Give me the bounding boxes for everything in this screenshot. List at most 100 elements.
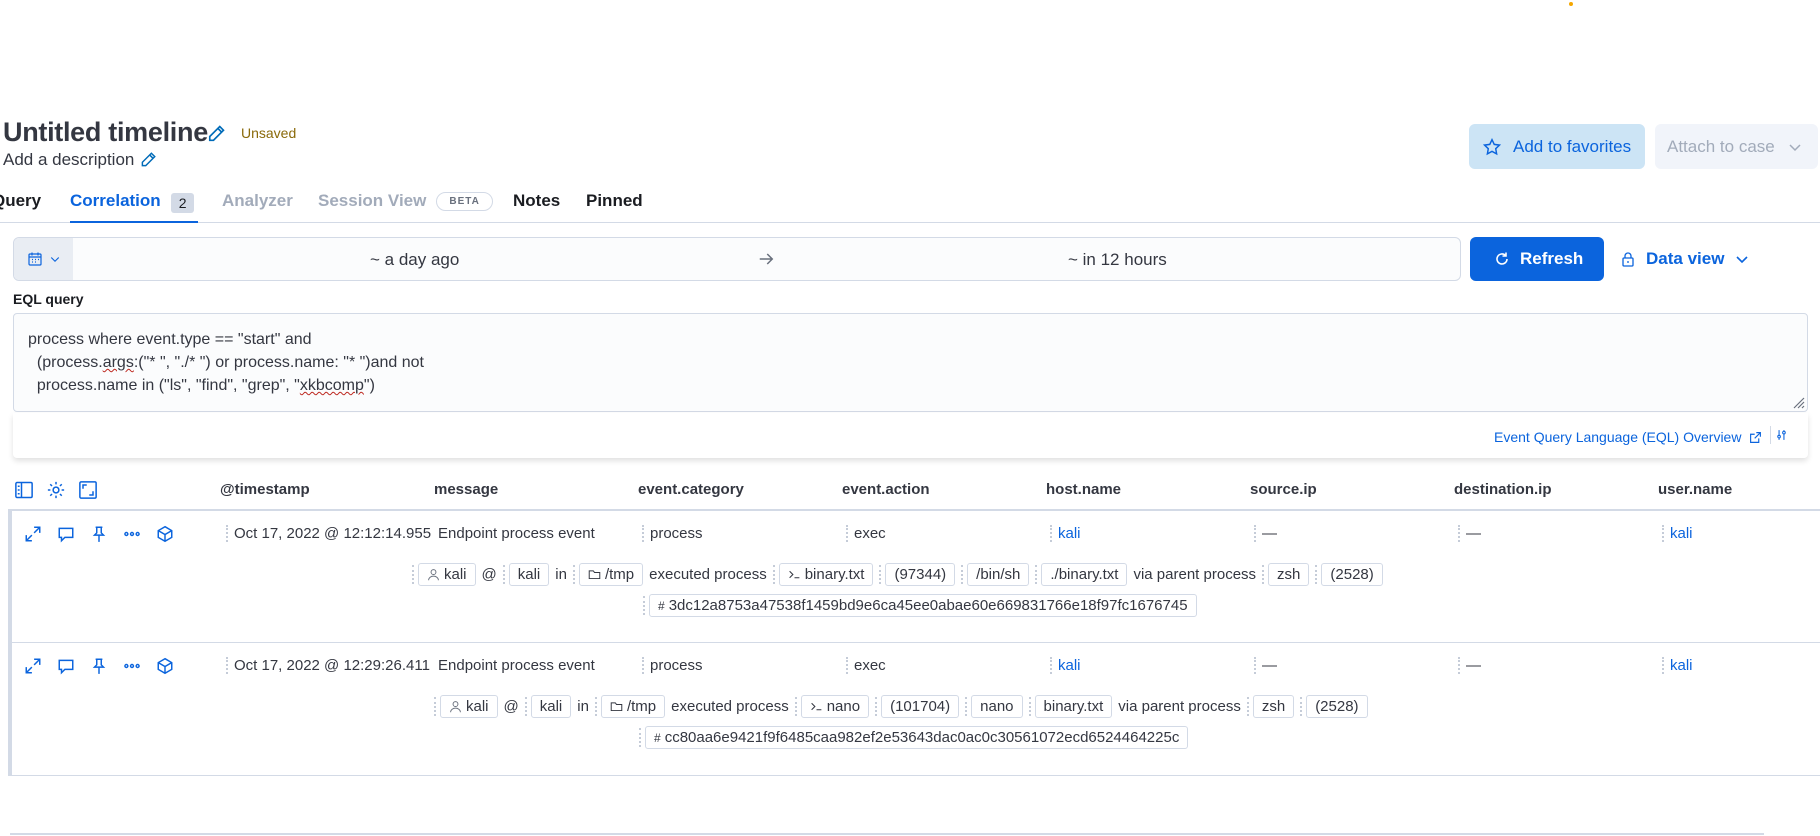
- investigate-icon[interactable]: [156, 525, 174, 543]
- cell-event-action: exec: [846, 525, 886, 542]
- process-summary: kali @ kali in /tmp executed process nan…: [434, 695, 1368, 718]
- in-label: in: [555, 566, 567, 583]
- pin-icon[interactable]: [90, 657, 108, 675]
- investigate-icon[interactable]: [156, 657, 174, 675]
- unsaved-badge: Unsaved: [241, 125, 297, 141]
- end-date[interactable]: ~ in 12 hours: [1068, 250, 1167, 270]
- pencil-icon[interactable]: [139, 151, 157, 169]
- directory-chip[interactable]: /tmp: [594, 695, 666, 718]
- executed-process-label: executed process: [649, 566, 767, 583]
- process-name-chip[interactable]: nano: [794, 695, 870, 718]
- cell-host-name[interactable]: kali: [1050, 525, 1081, 542]
- tab-query[interactable]: Query: [0, 188, 41, 223]
- cell-timestamp: Oct 17, 2022 @ 12:12:14.955: [226, 525, 431, 542]
- comment-icon[interactable]: [57, 657, 75, 675]
- table-row: Oct 17, 2022 @ 12:29:26.411 Endpoint pro…: [8, 643, 1820, 776]
- cell-event-category: process: [642, 525, 703, 542]
- pencil-icon[interactable]: [206, 124, 226, 144]
- hash-row: # cc80aa6e9421f9f6485caa982ef2e53643dac0…: [638, 726, 1189, 749]
- chevron-down-icon: [1736, 256, 1749, 264]
- hash-row: # 3dc12a8753a47538f1459bd9e6ca45ee0abae6…: [643, 594, 1197, 617]
- parent-pid-chip[interactable]: (2528): [1300, 695, 1368, 718]
- resize-handle-icon[interactable]: [1789, 393, 1805, 409]
- cell-source-ip: —: [1254, 525, 1277, 542]
- parent-process-chip[interactable]: zsh: [1261, 563, 1310, 586]
- cell-message: Endpoint process event: [438, 525, 595, 542]
- timeline-description[interactable]: Add a description: [3, 150, 134, 170]
- start-date[interactable]: ~ a day ago: [370, 250, 459, 270]
- attach-to-case-button[interactable]: Attach to case: [1655, 124, 1818, 169]
- process-executable-chip[interactable]: nano: [965, 695, 1023, 718]
- row-actions: [24, 657, 174, 675]
- column-header-message[interactable]: message: [434, 481, 498, 498]
- cell-event-action: exec: [846, 657, 886, 674]
- process-executable-chip[interactable]: /bin/sh: [961, 563, 1030, 586]
- tab-correlation[interactable]: Correlation 2: [70, 188, 198, 223]
- column-header-event-action[interactable]: event.action: [842, 481, 930, 498]
- hash-chip[interactable]: # 3dc12a8753a47538f1459bd9e6ca45ee0abae6…: [643, 594, 1197, 617]
- cell-event-category: process: [642, 657, 703, 674]
- cell-user-name[interactable]: kali: [1662, 525, 1693, 542]
- footer-divider: [10, 833, 1764, 835]
- user-chip[interactable]: kali: [412, 563, 476, 586]
- settings-sliders-icon[interactable]: [1770, 426, 1788, 444]
- cell-user-name[interactable]: kali: [1662, 657, 1693, 674]
- cell-host-name[interactable]: kali: [1050, 657, 1081, 674]
- host-chip[interactable]: kali: [524, 695, 572, 718]
- external-link-icon: [1750, 431, 1762, 443]
- fields-browser-icon[interactable]: [14, 480, 34, 500]
- table-toolbar: [14, 480, 98, 500]
- eql-line: process where event.type == "start" and: [28, 331, 312, 348]
- more-options-icon[interactable]: [123, 657, 141, 675]
- directory-chip[interactable]: /tmp: [572, 563, 644, 586]
- console-icon: [810, 702, 822, 711]
- eql-line: process.name in ("ls", "find", "grep", "…: [28, 377, 375, 394]
- arrow-right-icon: [759, 253, 774, 265]
- process-pid-chip[interactable]: (101704): [875, 695, 960, 718]
- timeline-tabs: Query Correlation 2 Analyzer Session Vie…: [0, 188, 1820, 223]
- tab-session-view[interactable]: Session View BETA: [318, 188, 493, 223]
- expand-icon[interactable]: [24, 525, 42, 543]
- data-view-label: Data view: [1646, 249, 1725, 268]
- row-actions: [24, 525, 174, 543]
- eql-overview-link[interactable]: Event Query Language (EQL) Overview: [1494, 429, 1762, 445]
- user-icon: [450, 701, 461, 713]
- add-to-favorites-button[interactable]: Add to favorites: [1469, 124, 1645, 169]
- tab-analyzer[interactable]: Analyzer: [222, 188, 293, 223]
- eql-query-input[interactable]: process where event.type == "start" and …: [13, 313, 1808, 412]
- host-chip[interactable]: kali: [502, 563, 550, 586]
- cell-timestamp: Oct 17, 2022 @ 12:29:26.411: [226, 657, 430, 674]
- process-pid-chip[interactable]: (97344): [879, 563, 956, 586]
- parent-process-chip[interactable]: zsh: [1246, 695, 1295, 718]
- column-header-source-ip[interactable]: source.ip: [1250, 481, 1317, 498]
- column-header-user-name[interactable]: user.name: [1658, 481, 1732, 498]
- cell-source-ip: —: [1254, 657, 1277, 674]
- eql-query-label: EQL query: [13, 291, 84, 307]
- parent-pid-chip[interactable]: (2528): [1315, 563, 1383, 586]
- quick-select-button[interactable]: [14, 238, 73, 280]
- process-name-chip[interactable]: binary.txt: [772, 563, 874, 586]
- process-args-chip[interactable]: ./binary.txt: [1035, 563, 1128, 586]
- pin-icon[interactable]: [90, 525, 108, 543]
- process-args-chip[interactable]: binary.txt: [1028, 695, 1113, 718]
- user-chip[interactable]: kali: [434, 695, 498, 718]
- cell-destination-ip: —: [1458, 525, 1481, 542]
- tab-notes[interactable]: Notes: [513, 188, 560, 223]
- console-icon: [788, 570, 800, 579]
- more-options-icon[interactable]: [123, 525, 141, 543]
- tab-pinned[interactable]: Pinned: [586, 188, 643, 223]
- column-header-timestamp[interactable]: @timestamp: [220, 481, 310, 498]
- fullscreen-icon[interactable]: [78, 480, 98, 500]
- refresh-button[interactable]: Refresh: [1470, 237, 1604, 281]
- comment-icon[interactable]: [57, 525, 75, 543]
- column-header-destination-ip[interactable]: destination.ip: [1454, 481, 1552, 498]
- hash-chip[interactable]: # cc80aa6e9421f9f6485caa982ef2e53643dac0…: [638, 726, 1189, 749]
- column-header-event-category[interactable]: event.category: [638, 481, 744, 498]
- gear-icon[interactable]: [46, 480, 66, 500]
- column-header-host-name[interactable]: host.name: [1046, 481, 1121, 498]
- expand-icon[interactable]: [24, 657, 42, 675]
- calendar-icon: [27, 252, 42, 266]
- table-row: Oct 17, 2022 @ 12:12:14.955 Endpoint pro…: [8, 511, 1820, 643]
- chevron-down-icon: [1789, 143, 1801, 151]
- data-view-button[interactable]: Data view: [1620, 249, 1750, 269]
